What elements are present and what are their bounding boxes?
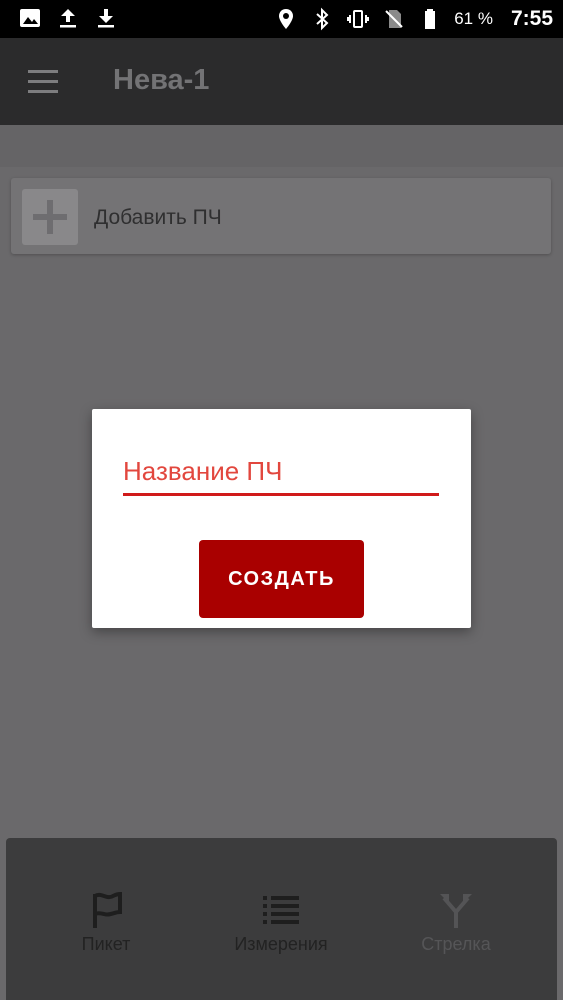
page-title: Нева-1 (113, 64, 210, 96)
nav-label: Стрелка (421, 934, 491, 954)
sub-header-bar (0, 125, 563, 167)
status-bar: 61 % 7:55 (0, 0, 563, 38)
add-item-card[interactable]: Добавить ПЧ (11, 178, 551, 254)
name-input[interactable] (123, 449, 439, 496)
app-bar: Нева-1 (0, 38, 563, 125)
nav-item-piket[interactable]: Пикет (31, 890, 181, 955)
list-icon (263, 896, 299, 924)
hamburger-menu-icon[interactable] (28, 70, 60, 94)
upload-icon (60, 9, 76, 28)
vibrate-icon (347, 10, 370, 28)
add-item-label: Добавить ПЧ (94, 206, 222, 229)
download-icon (98, 9, 114, 28)
nav-label: Измерения (234, 934, 328, 954)
battery-percent: 61 % (454, 9, 493, 28)
nav-label: Пикет (81, 934, 131, 954)
bottom-navigation: Пикет Измерения Стрелка (6, 838, 557, 1000)
create-button[interactable]: СОЗДАТЬ (199, 540, 364, 618)
switch-split-icon (440, 894, 472, 928)
plus-icon (22, 189, 78, 245)
no-sim-icon (385, 10, 403, 28)
location-icon (279, 9, 294, 29)
bluetooth-icon (316, 7, 329, 31)
battery-icon (425, 9, 436, 29)
create-dialog: СОЗДАТЬ (92, 409, 471, 628)
clock: 7:55 (510, 7, 553, 30)
flag-icon (93, 891, 122, 928)
image-icon (20, 9, 40, 27)
nav-item-measurements[interactable]: Измерения (206, 890, 356, 955)
nav-item-switch[interactable]: Стрелка (381, 890, 531, 955)
